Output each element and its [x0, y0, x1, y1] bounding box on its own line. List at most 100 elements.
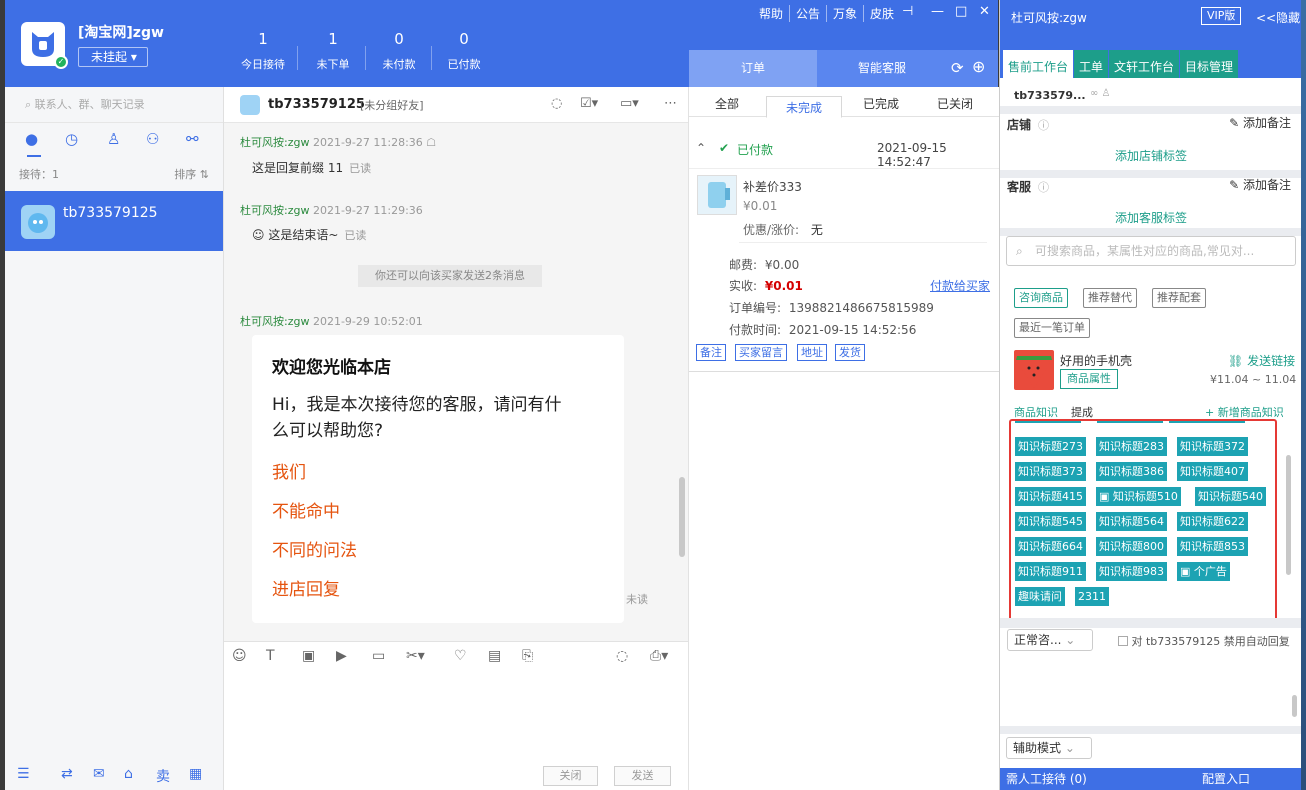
chip-recommend-set[interactable]: 推荐配套	[1152, 288, 1206, 308]
knowledge-tag[interactable]: 知识标题373	[1015, 462, 1086, 481]
consult-mode-select[interactable]: 正常咨... ⌄	[1007, 629, 1093, 651]
tab-order[interactable]: 订单	[689, 50, 817, 87]
product-search-input[interactable]: ⌕ 可搜索商品，某属性对应的商品,常见对...	[1006, 236, 1296, 266]
tab-workorder[interactable]: 工单	[1074, 50, 1109, 78]
close-chat-button[interactable]: 关闭	[543, 766, 598, 786]
knowledge-tag[interactable]: 知识标题911	[1015, 562, 1086, 581]
knowledge-tag[interactable]: 趣味请问	[1015, 587, 1065, 606]
knowledge-tag[interactable]: 知识标题415	[1015, 487, 1086, 506]
more-icon[interactable]: ⋯	[664, 96, 677, 111]
layout-icon[interactable]: ▦	[189, 766, 202, 782]
chip-consult-product[interactable]: 咨询商品	[1014, 288, 1068, 308]
org-icon[interactable]: ⚯	[186, 130, 199, 148]
chip-last-order[interactable]: 最近一笔订单	[1014, 318, 1090, 338]
add-knowledge-link[interactable]: + 新增商品知识	[1205, 404, 1284, 420]
need-human-status[interactable]: 需人工接待 (0)	[1006, 768, 1087, 790]
stat-unpaid[interactable]: 0 未付款	[377, 30, 421, 72]
product-attr-button[interactable]: 商品属性	[1060, 369, 1118, 389]
card-option[interactable]: 我们	[272, 458, 604, 483]
folder-icon[interactable]: ▭	[372, 648, 385, 664]
knowledge-tag[interactable]: 2311	[1075, 587, 1109, 606]
tab-all[interactable]: 全部	[715, 95, 739, 112]
quick-reply-icon[interactable]: ◌	[616, 648, 628, 664]
hide-button[interactable]: <<隐藏	[1256, 9, 1300, 26]
contact-item[interactable]: tb733579125	[5, 191, 223, 251]
menu-notice[interactable]: 公告	[788, 5, 826, 22]
text-format-icon[interactable]: T	[266, 648, 275, 664]
chat-scrollbar[interactable]	[679, 477, 685, 557]
service-add-note[interactable]: ✎ 添加备注	[1229, 176, 1291, 193]
knowledge-tag[interactable]: 知识标题564	[1096, 512, 1167, 531]
knowledge-tag[interactable]: 知识标题622	[1177, 512, 1248, 531]
maximize-icon[interactable]: □	[955, 4, 967, 19]
card-option[interactable]: 不同的问法	[272, 536, 604, 561]
knowledge-tag[interactable]: 知识标题853	[1177, 537, 1248, 556]
menu-icon[interactable]: ☰	[17, 766, 30, 782]
config-entry-link[interactable]: 配置入口	[1202, 768, 1250, 790]
buyer-message-tag[interactable]: 买家留言	[735, 344, 787, 361]
tab-commission[interactable]: 提成	[1071, 404, 1093, 420]
item-thumbnail[interactable]	[697, 175, 737, 215]
ship-tag[interactable]: 发货	[835, 344, 865, 361]
menu-skin[interactable]: 皮肤	[862, 5, 900, 22]
knowledge-tag[interactable]: 知识标题545	[1015, 512, 1086, 531]
history-icon[interactable]: ⎙▾	[650, 648, 668, 664]
clock-icon[interactable]: ◷	[65, 130, 78, 148]
tab-wenxuan[interactable]: 文轩工作台	[1109, 50, 1180, 78]
knowledge-tag-with-image[interactable]: ▣ 个广告	[1177, 562, 1230, 581]
status-dropdown[interactable]: 未挂起 ▾	[78, 47, 148, 67]
reply-scrollbar[interactable]	[1292, 695, 1297, 717]
knowledge-tag[interactable]: 知识标题983	[1096, 562, 1167, 581]
knowledge-tag[interactable]: 知识标题273	[1015, 437, 1086, 456]
send-button[interactable]: 发送	[614, 766, 671, 786]
heart-icon[interactable]: ♡	[454, 648, 467, 664]
stat-today[interactable]: 1 今日接待	[238, 30, 288, 72]
video-play-icon[interactable]: ▶	[336, 648, 347, 664]
assist-mode-select[interactable]: 辅助模式 ⌄	[1006, 737, 1092, 759]
image-icon[interactable]: ▣	[302, 648, 315, 664]
auto-reply-checkbox[interactable]: 对 tb733579125 禁用自动回复	[1118, 633, 1290, 649]
menu-wanxiang[interactable]: 万象	[825, 5, 863, 22]
mail-icon[interactable]: ✉	[93, 766, 105, 782]
chat-bubble-icon[interactable]: ●	[25, 130, 38, 148]
tab-presales[interactable]: 售前工作台	[1003, 50, 1074, 78]
tab-complete[interactable]: 已完成	[863, 95, 899, 112]
shop-logo[interactable]: ✓	[21, 22, 68, 69]
video-icon[interactable]: ▭▾	[620, 96, 639, 111]
refresh-icon[interactable]: ⟳	[951, 59, 964, 77]
knowledge-tag[interactable]: 知识标题283	[1096, 437, 1167, 456]
menu-help[interactable]: 帮助	[753, 5, 789, 22]
add-icon[interactable]: ⊕	[972, 57, 985, 76]
knowledge-scrollbar[interactable]	[1286, 455, 1291, 575]
collapse-icon[interactable]: ⌃	[696, 141, 706, 155]
pin-icon[interactable]: ⊣	[902, 4, 913, 19]
checklist-icon[interactable]: ☑▾	[580, 96, 598, 111]
coupon-icon[interactable]: ⎘	[522, 648, 533, 664]
scissors-icon[interactable]: ✂▾	[406, 648, 425, 664]
card-option[interactable]: 不能命中	[272, 497, 604, 522]
product-thumbnail[interactable]	[1014, 350, 1054, 390]
tab-smart-service[interactable]: 智能客服	[817, 50, 947, 87]
add-shop-tag-link[interactable]: 添加店铺标签	[1000, 147, 1302, 164]
sell-icon[interactable]: 卖	[156, 766, 170, 786]
knowledge-tag[interactable]: 知识标题664	[1015, 537, 1086, 556]
address-tag[interactable]: 地址	[797, 344, 827, 361]
knowledge-tag[interactable]: 知识标题540	[1195, 487, 1266, 506]
group-icon[interactable]: ⚇	[146, 130, 159, 148]
info-icon[interactable]: ⓘ	[1038, 179, 1049, 195]
emoji-icon[interactable]: ☺	[232, 648, 247, 664]
tab-incomplete[interactable]: 未完成	[766, 96, 843, 118]
remark-tag[interactable]: 备注	[696, 344, 726, 361]
knowledge-tag[interactable]: 知识标题800	[1096, 537, 1167, 556]
tab-goals[interactable]: 目标管理	[1180, 50, 1239, 78]
user-icon[interactable]: ♙	[107, 130, 120, 148]
transfer-icon[interactable]: ⇄	[61, 766, 73, 782]
tab-closed[interactable]: 已关闭	[937, 95, 973, 112]
knowledge-tag[interactable]: 知识标题386	[1096, 462, 1167, 481]
minimize-icon[interactable]: —	[931, 4, 944, 19]
stat-paid[interactable]: 0 已付款	[442, 30, 486, 72]
close-icon[interactable]: ✕	[979, 4, 990, 19]
knowledge-tag[interactable]: 知识标题407	[1177, 462, 1248, 481]
pay-buyer-link[interactable]: 付款给买家	[930, 277, 990, 294]
calculator-icon[interactable]: ▤	[488, 648, 501, 664]
